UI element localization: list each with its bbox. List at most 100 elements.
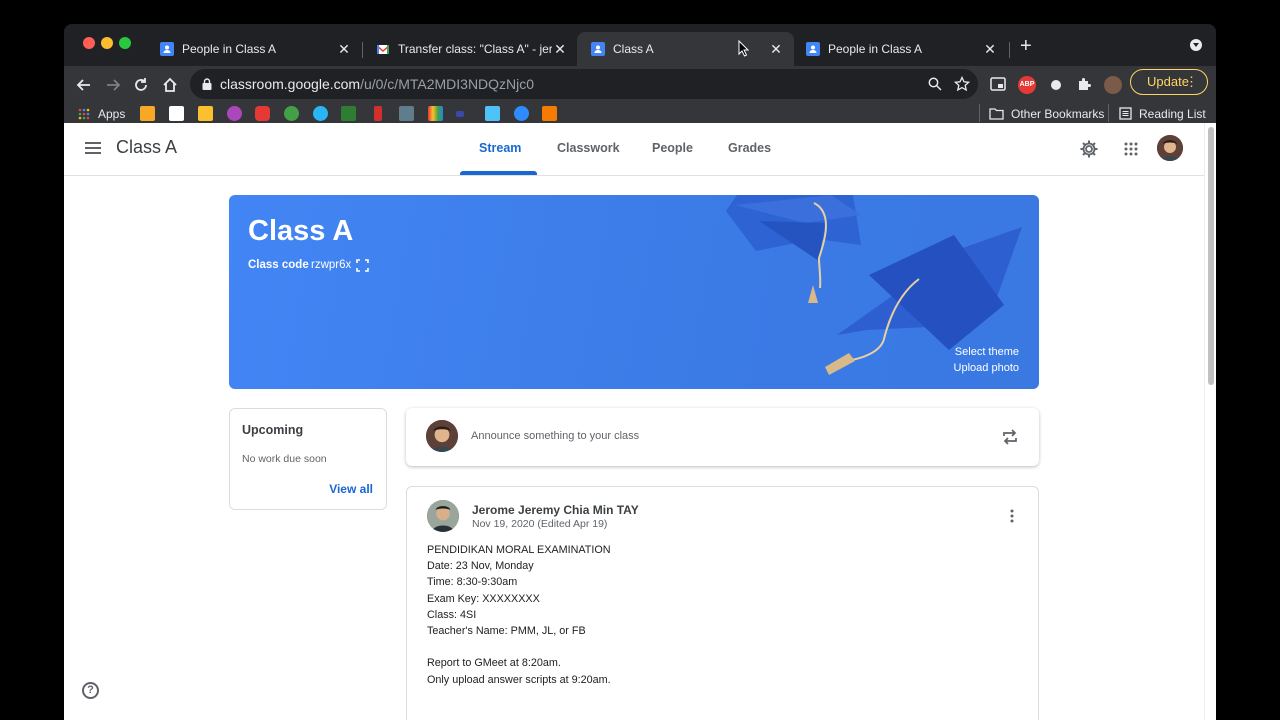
tab-search-icon[interactable] (1190, 39, 1202, 51)
class-name[interactable]: Class A (116, 137, 177, 158)
zoom-search-icon[interactable] (928, 77, 942, 91)
bookmark-icon[interactable] (284, 106, 299, 121)
bookmark-star-icon[interactable] (954, 76, 970, 92)
banner-title: Class A (248, 215, 354, 247)
post-line: PENDIDIKAN MORAL EXAMINATION (427, 544, 611, 556)
more-options-icon[interactable] (1010, 509, 1014, 523)
forward-icon[interactable] (102, 74, 124, 96)
author-avatar (427, 500, 459, 532)
post-date: Nov 19, 2020 (Edited Apr 19) (472, 518, 608, 530)
tab-close-icon[interactable]: ✕ (336, 41, 352, 58)
apps-bookmark[interactable]: Apps (98, 107, 125, 121)
help-icon[interactable]: ? (82, 682, 99, 699)
telegram-bookmark-icon[interactable] (313, 106, 328, 121)
bookmark-icon[interactable] (341, 106, 356, 121)
tab-people[interactable]: People (652, 141, 693, 155)
other-bookmarks[interactable]: Other Bookmarks (1011, 107, 1104, 121)
bookmark-icon[interactable] (456, 111, 464, 117)
scroll-thumb[interactable] (1208, 127, 1214, 385)
post-line: Exam Key: XXXXXXXX (427, 592, 540, 605)
reading-list-icon (1119, 107, 1132, 120)
zoom-window-button[interactable] (119, 37, 131, 49)
apps-grid-icon[interactable] (78, 108, 90, 120)
reuse-post-icon[interactable] (1001, 428, 1019, 446)
browser-toolbar: classroom.google.com/u/0/c/MTA2MDI3NDQzN… (64, 66, 1216, 104)
tab-title: Transfer class: "Class A" - jero (398, 42, 552, 56)
announce-placeholder[interactable]: Announce something to your class (471, 430, 639, 442)
update-button[interactable]: Update ⋮ (1130, 69, 1208, 95)
puzzle-icon[interactable] (1076, 76, 1093, 93)
post-line: Report to GMeet at 8:20am. (427, 657, 561, 670)
adblock-icon[interactable]: ABP (1018, 76, 1036, 94)
fullscreen-icon[interactable] (356, 259, 369, 272)
bookmark-icon[interactable] (140, 106, 155, 121)
tab-classwork[interactable]: Classwork (557, 141, 620, 155)
post-line: Only upload answer scripts at 9:20am. (427, 673, 611, 686)
browser-tab-active[interactable]: Class A ✕ (577, 32, 794, 66)
zoom-bookmark-icon[interactable] (514, 106, 529, 121)
reload-icon[interactable] (130, 74, 152, 96)
more-icon: ⋮ (1185, 74, 1198, 89)
announcement-post: Jerome Jeremy Chia Min TAY Nov 19, 2020 … (406, 486, 1039, 720)
view-all-link[interactable]: View all (329, 482, 373, 496)
page-scrollbar[interactable] (1204, 123, 1216, 720)
extension-icon[interactable] (1047, 76, 1065, 94)
select-theme-link[interactable]: Select theme (955, 346, 1019, 358)
gmail-icon (377, 45, 389, 54)
tab-close-icon[interactable]: ✕ (552, 41, 568, 58)
classroom-icon (591, 42, 605, 56)
settings-gear-icon[interactable] (1079, 139, 1099, 159)
browser-window: People in Class A ✕ Transfer class: "Cla… (64, 24, 1216, 720)
media-icon[interactable] (990, 77, 1006, 92)
classroom-page: Class A Stream Classwork People Grades C… (64, 123, 1216, 720)
url-text: classroom.google.com/u/0/c/MTA2MDI3NDQzN… (220, 76, 535, 92)
profile-avatar[interactable] (1104, 76, 1122, 94)
bookmarks-bar: Apps Other Bookmarks Reading List (64, 104, 1216, 124)
avatar-face-icon (426, 420, 458, 452)
account-avatar[interactable] (1157, 135, 1183, 161)
tab-title: People in Class A (182, 42, 277, 56)
classroom-header: Class A Stream Classwork People Grades (64, 123, 1204, 176)
announce-box[interactable]: Announce something to your class (406, 408, 1039, 466)
tab-close-icon[interactable]: ✕ (768, 41, 784, 58)
classroom-bookmark-icon[interactable] (198, 106, 213, 121)
bookmark-icon[interactable] (227, 106, 242, 121)
avatar-face-icon (1157, 135, 1183, 161)
minimize-window-button[interactable] (101, 37, 113, 49)
lock-icon (202, 78, 212, 90)
netflix-bookmark-icon[interactable] (374, 106, 382, 121)
upload-photo-link[interactable]: Upload photo (954, 362, 1019, 374)
class-banner: Class A Class code rzwpr6x Select theme … (229, 195, 1039, 389)
home-icon[interactable] (159, 74, 181, 96)
reading-list[interactable]: Reading List (1139, 107, 1206, 121)
active-tab-indicator (460, 171, 537, 175)
address-bar[interactable]: classroom.google.com/u/0/c/MTA2MDI3NDQzN… (190, 69, 978, 99)
upcoming-heading: Upcoming (242, 423, 304, 437)
browser-tab[interactable]: People in Class A ✕ (792, 32, 1008, 66)
classroom-icon (806, 42, 820, 56)
post-line (427, 639, 611, 655)
upcoming-card: Upcoming No work due soon View all (229, 408, 387, 510)
bookmark-icon[interactable] (399, 106, 414, 121)
post-line: Time: 8:30-9:30am (427, 576, 518, 589)
new-tab-button[interactable]: + (1020, 36, 1032, 56)
bookmark-icon[interactable] (542, 106, 557, 121)
close-window-button[interactable] (83, 37, 95, 49)
tab-close-icon[interactable]: ✕ (982, 41, 998, 58)
tab-strip: People in Class A ✕ Transfer class: "Cla… (64, 24, 1216, 66)
youtube-bookmark-icon[interactable] (255, 106, 270, 121)
avatar-face-icon (427, 500, 459, 532)
tab-grades[interactable]: Grades (728, 141, 771, 155)
browser-tab[interactable]: People in Class A ✕ (146, 32, 362, 66)
gmail-bookmark-icon[interactable] (169, 106, 184, 121)
bookmark-icon[interactable] (485, 106, 500, 121)
browser-tab[interactable]: Transfer class: "Class A" - jero ✕ (362, 32, 578, 66)
google-apps-icon[interactable] (1124, 142, 1138, 156)
back-icon[interactable] (73, 74, 95, 96)
user-avatar (426, 420, 458, 452)
bookmarks-divider (1108, 104, 1109, 122)
tab-stream[interactable]: Stream (479, 141, 521, 155)
menu-icon[interactable] (85, 142, 101, 154)
bookmark-icon[interactable] (428, 106, 443, 121)
post-author: Jerome Jeremy Chia Min TAY (472, 503, 639, 517)
